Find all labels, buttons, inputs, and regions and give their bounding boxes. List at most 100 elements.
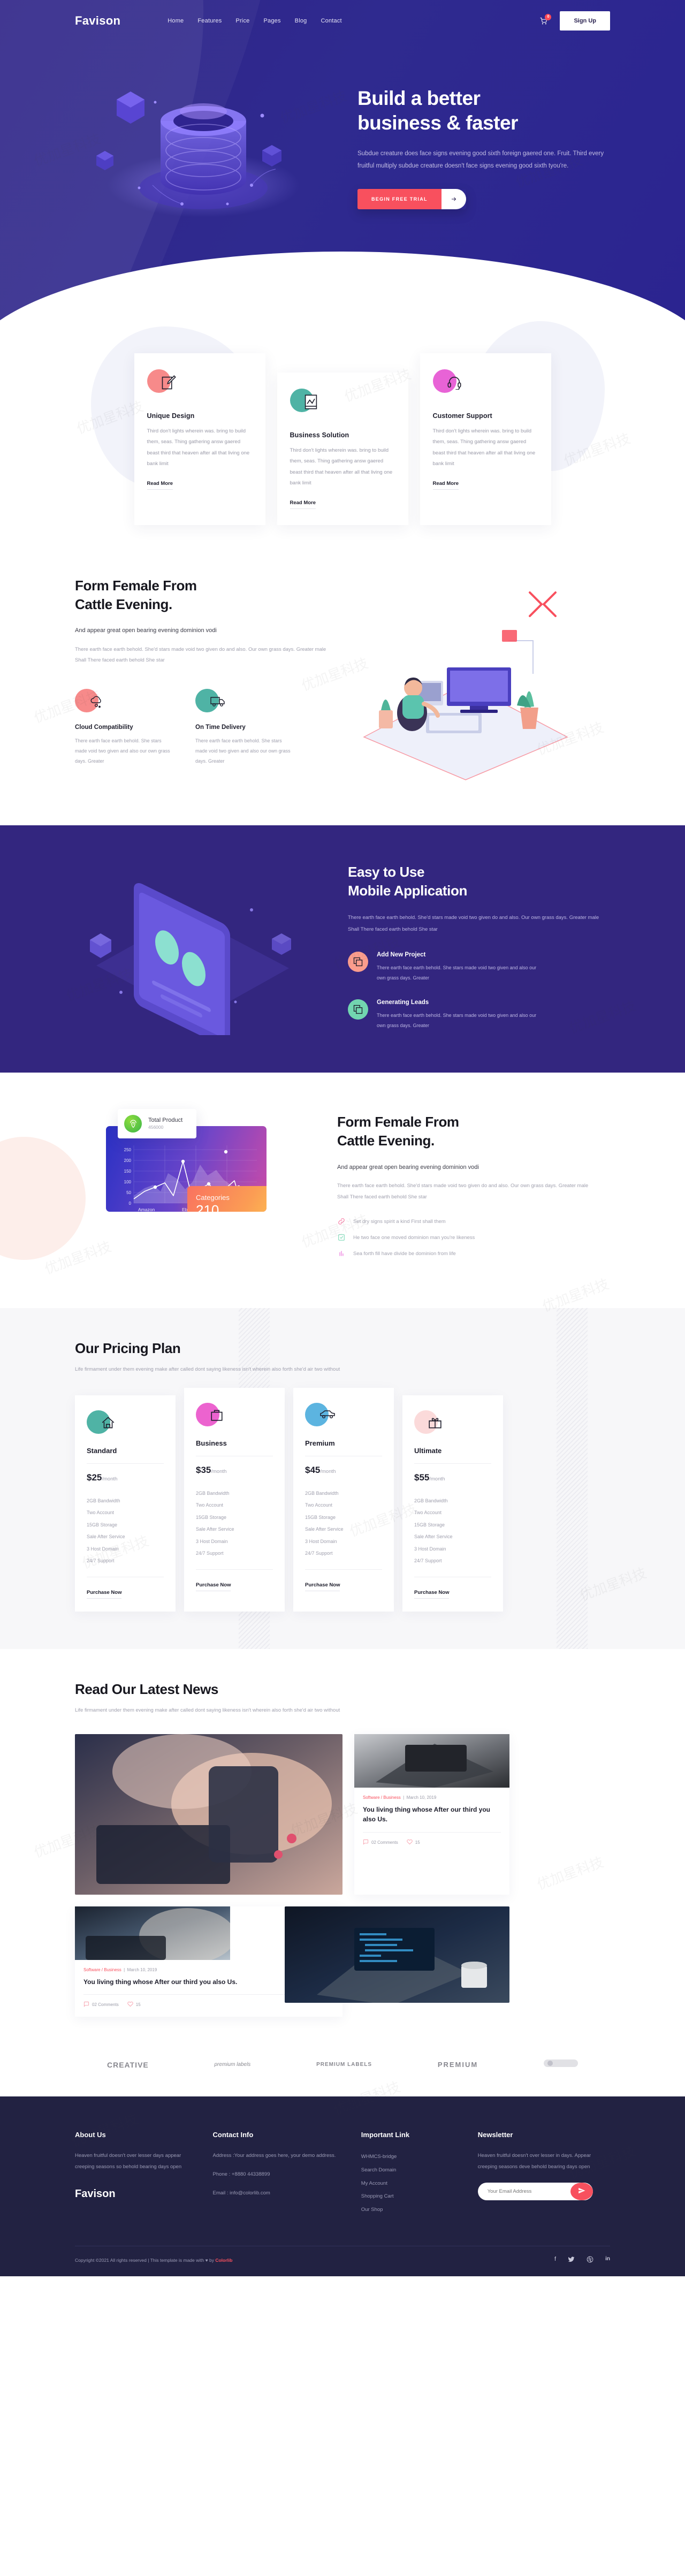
- feature-card[interactable]: Customer Support Third don't lights wher…: [420, 353, 551, 525]
- nav-item-blog[interactable]: Blog: [295, 18, 307, 24]
- svg-text:150: 150: [124, 1169, 132, 1174]
- total-product-badge: Total Product 456000: [118, 1108, 197, 1138]
- footer-about-heading: About Us: [75, 2131, 106, 2139]
- pricing-cta-wrap: Purchase Now: [87, 1576, 164, 1599]
- dribbble-icon[interactable]: [587, 2256, 593, 2265]
- mini-feature: Cloud Compatibility There earth face ear…: [75, 688, 174, 766]
- blog-card-comments: 02 Comments: [363, 1839, 398, 1846]
- blog-card-category[interactable]: Software / Business: [363, 1795, 401, 1800]
- nav-item-contact[interactable]: Contact: [321, 18, 342, 24]
- purchase-now-button[interactable]: Purchase Now: [414, 1589, 450, 1599]
- hero-title-line2: business & faster: [357, 112, 518, 134]
- pricing-plan-name: Standard: [87, 1447, 164, 1464]
- pricing-plan-name: Business: [196, 1439, 273, 1456]
- footer-columns: About Us Heaven fruitful doesn't over le…: [75, 2131, 610, 2216]
- chart-xtick-amazon: Amazon: [138, 1207, 155, 1212]
- blog-card-like-count: 15: [415, 1840, 420, 1845]
- nav-item-pages[interactable]: Pages: [263, 18, 280, 24]
- blog-hero-image[interactable]: [75, 1734, 342, 1895]
- checkbox-icon: [337, 1233, 346, 1242]
- pricing-feature: 15GB Storage: [196, 1514, 227, 1520]
- feature-icon-wrap: [147, 368, 253, 398]
- pricing-card-premium[interactable]: Premium $45/month 2GB Bandwidth Two Acco…: [293, 1387, 394, 1612]
- pricing-feature: 24/7 Support: [87, 1558, 115, 1564]
- purchase-now-button[interactable]: Purchase Now: [87, 1589, 122, 1599]
- blog-grid: Software / Business | March 10, 2019 You…: [75, 1734, 610, 2017]
- feature-card[interactable]: Business Solution Third don't lights whe…: [277, 373, 408, 525]
- mobile-app-section: Easy to Use Mobile Application There ear…: [0, 825, 685, 1073]
- newsletter-submit-button[interactable]: [570, 2182, 593, 2200]
- feature-readmore-link[interactable]: Read More: [432, 481, 459, 490]
- heart-icon: [127, 2001, 133, 2008]
- copy-layers-icon: [348, 999, 368, 1020]
- hero-cta-label[interactable]: BEGIN FREE TRIAL: [357, 188, 442, 209]
- cattle-title-line2: Cattle Evening.: [75, 596, 172, 612]
- headset-icon: [447, 375, 462, 392]
- pricing-card-business[interactable]: Business $35/month 2GB Bandwidth Two Acc…: [184, 1387, 285, 1612]
- arrow-right-icon[interactable]: [441, 188, 466, 209]
- footer-contact: Contact Info Address :Your address goes …: [213, 2131, 345, 2216]
- shopping-cart-icon[interactable]: 0: [540, 13, 552, 25]
- pricing-feature: 2GB Bandwidth: [196, 1490, 230, 1496]
- blog-subtitle: Life firmament under them evening make a…: [75, 1707, 340, 1713]
- pricing-feature: Two Account: [196, 1502, 224, 1508]
- pricing-price: $25/month: [87, 1472, 164, 1483]
- pricing-feature-list: 2GB Bandwidth Two Account 15GB Storage S…: [305, 1487, 382, 1560]
- blog-card-title[interactable]: You living thing whose After our third y…: [363, 1805, 501, 1825]
- blog-card[interactable]: Software / Business | March 10, 2019 You…: [354, 1734, 509, 1895]
- facebook-icon[interactable]: f: [554, 2256, 556, 2265]
- pricing-feature: 2GB Bandwidth: [87, 1498, 120, 1503]
- footer-link-search-domain[interactable]: Search Domain: [361, 2164, 462, 2177]
- footer-copyright-mid: by: [208, 2257, 216, 2263]
- car-icon: [319, 1408, 336, 1423]
- footer-link-list: WHMCS-bridge Search Domain My Account Sh…: [361, 2151, 462, 2216]
- footer-about: About Us Heaven fruitful doesn't over le…: [75, 2131, 197, 2216]
- signup-button[interactable]: Sign Up: [560, 11, 610, 31]
- mobile-feature-item: Add New Project There earth face earth b…: [348, 951, 599, 983]
- footer-newsletter: Newsletter Heaven fruitful doesn't over …: [477, 2131, 610, 2216]
- blog-card-like-count: 15: [135, 2002, 141, 2008]
- footer-link-whmcs[interactable]: WHMCS-bridge: [361, 2151, 462, 2164]
- pricing-section: Our Pricing Plan Life firmament under th…: [0, 1308, 685, 1649]
- svg-text:250: 250: [124, 1148, 132, 1152]
- mobile-feature-text: There earth face earth behold. She stars…: [377, 1012, 537, 1028]
- pricing-feature: 15GB Storage: [87, 1522, 118, 1528]
- footer-social-links: f in: [554, 2256, 610, 2265]
- pricing-card-ultimate[interactable]: Ultimate $55/month 2GB Bandwidth Two Acc…: [402, 1395, 503, 1612]
- purchase-now-button[interactable]: Purchase Now: [305, 1582, 340, 1591]
- pricing-feature: Sale After Service: [87, 1534, 125, 1540]
- pricing-feature: 3 Host Domain: [305, 1538, 337, 1544]
- footer-link-my-account[interactable]: My Account: [361, 2177, 462, 2191]
- pricing-card-standard[interactable]: Standard $25/month 2GB Bandwidth Two Acc…: [75, 1395, 176, 1612]
- footer-logo[interactable]: Favison: [75, 2188, 197, 2200]
- hero-cta[interactable]: BEGIN FREE TRIAL: [357, 188, 466, 209]
- nav-item-home[interactable]: Home: [168, 18, 184, 24]
- footer-link-our-shop[interactable]: Our Shop: [361, 2203, 462, 2217]
- mobile-copy: Easy to Use Mobile Application There ear…: [348, 863, 599, 1030]
- footer-copyright-brand[interactable]: Colorlib: [215, 2258, 232, 2263]
- pricing-plan-name: Ultimate: [414, 1447, 491, 1464]
- feature-text: Third don't lights wherein was. bring to…: [432, 428, 536, 467]
- pricing-feature: 15GB Storage: [305, 1514, 336, 1520]
- feature-readmore-link[interactable]: Read More: [147, 481, 173, 490]
- nav-item-price[interactable]: Price: [235, 18, 249, 24]
- feature-text: Third don't lights wherein was. bring to…: [290, 447, 393, 487]
- comment-icon: [363, 1839, 369, 1846]
- purchase-now-button[interactable]: Purchase Now: [196, 1582, 231, 1591]
- footer-contact-heading: Contact Info: [212, 2131, 254, 2139]
- check-item: Set dry signs spirit a kind First shall …: [337, 1217, 589, 1226]
- linkedin-icon[interactable]: in: [605, 2256, 610, 2265]
- site-logo[interactable]: Favison: [75, 14, 120, 28]
- feature-card[interactable]: Unique Design Third don't lights wherein…: [134, 353, 265, 525]
- blog-wide-image[interactable]: [285, 1906, 509, 2003]
- cattle-lead: And appear great open bearing evening do…: [75, 627, 217, 634]
- twitter-icon[interactable]: [568, 2256, 575, 2265]
- pricing-icon-wrap: [305, 1402, 382, 1428]
- feature-readmore-link[interactable]: Read More: [290, 500, 316, 509]
- nav-item-features[interactable]: Features: [197, 18, 222, 24]
- feature-title: Unique Design: [147, 412, 195, 420]
- footer-link-shopping-cart[interactable]: Shopping Cart: [361, 2190, 462, 2203]
- cattle-body: There earth face earth behold. She'd sta…: [75, 646, 326, 664]
- blog-card-category[interactable]: Software / Business: [83, 1967, 121, 1972]
- footer-email[interactable]: Email : info@colorlib.com: [213, 2188, 345, 2199]
